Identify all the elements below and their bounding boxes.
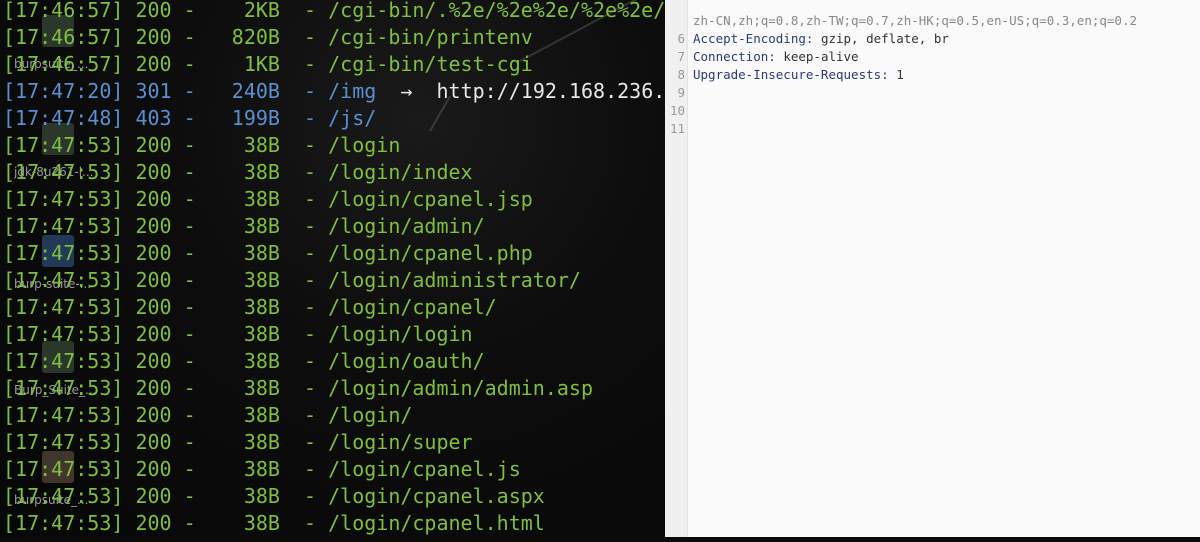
log-entry: [17:47:53] 200 - 38B - /login/cpanel.js <box>3 457 521 481</box>
log-entry: [17:47:53] 200 - 38B - /login/cpanel.htm… <box>3 511 545 535</box>
log-entry: [17:47:53] 200 - 38B - /login/cpanel/ <box>3 295 497 319</box>
log-entry: [17:47:53] 200 - 38B - /login/cpanel.jsp <box>3 187 533 211</box>
line-number: 7 <box>677 49 685 64</box>
log-line: [17:47:53] 200 - 38B - /login/index <box>3 159 473 186</box>
log-entry: [17:47:53] 200 - 38B - /login/login <box>3 322 473 346</box>
log-line: [17:47:53] 200 - 38B - /login/super <box>3 429 473 456</box>
log-entry: [17:46:57] 200 - 1KB - /cgi-bin/test-cgi <box>3 52 533 76</box>
request-editor[interactable]: zh-CN,zh;q=0.8,zh-TW;q=0.7,zh-HK;q=0.5,e… <box>665 0 1200 537</box>
header-line: 9 <box>665 84 693 102</box>
header-value: 1 <box>888 67 904 82</box>
log-line: [17:47:53] 200 - 38B - /login/cpanel/ <box>3 294 497 321</box>
header-value: keep-alive <box>775 49 859 64</box>
log-line: [17:47:53] 200 - 38B - /login/login <box>3 321 473 348</box>
header-line: 10 <box>665 102 693 120</box>
log-entry: [17:47:20] 301 - 240B - /img <box>3 79 377 103</box>
log-line: [17:47:53] 200 - 38B - /login/cpanel.js <box>3 456 521 483</box>
log-entry: [17:47:53] 200 - 38B - /login/oauth/ <box>3 349 485 373</box>
log-entry: [17:47:53] 200 - 38B - /login/admin/admi… <box>3 376 594 400</box>
log-entry: [17:47:53] 200 - 38B - /login/index <box>3 160 473 184</box>
line-number: 6 <box>677 31 685 46</box>
log-line: [17:47:53] 200 - 38B - /login/ <box>3 402 412 429</box>
log-line: [17:47:53] 200 - 38B - /login/cpanel.asp… <box>3 483 545 510</box>
line-number: 8 <box>677 67 685 82</box>
log-line: [17:47:53] 200 - 38B - /login/cpanel.htm… <box>3 510 545 537</box>
log-line: [17:47:53] 200 - 38B - /login/oauth/ <box>3 348 485 375</box>
line-number: 10 <box>669 103 685 118</box>
header-line: 7 Connection: keep-alive <box>665 48 859 66</box>
log-entry: [17:47:53] 200 - 38B - /login <box>3 133 401 157</box>
header-line: zh-CN,zh;q=0.8,zh-TW;q=0.7,zh-HK;q=0.5,e… <box>665 12 1137 30</box>
log-line: [17:47:53] 200 - 38B - /login/admin/admi… <box>3 375 593 402</box>
header-value: zh-CN,zh;q=0.8,zh-TW;q=0.7,zh-HK;q=0.5,e… <box>693 13 1138 28</box>
header-line: 6 Accept-Encoding: gzip, deflate, br <box>665 30 949 48</box>
header-value: gzip, deflate, br <box>813 31 949 46</box>
log-line: [17:47:48] 403 - 199B - /js/ <box>3 105 376 132</box>
log-line: [17:47:53] 200 - 38B - /login/administra… <box>3 267 581 294</box>
header-key: Upgrade-Insecure-Requests: <box>693 67 889 82</box>
log-entry: [17:47:53] 200 - 38B - /login/super <box>3 430 473 454</box>
log-entry: [17:47:53] 200 - 38B - /login/administra… <box>3 268 581 292</box>
log-line: [17:47:53] 200 - 38B - /login <box>3 132 400 159</box>
line-number: 11 <box>669 121 685 136</box>
log-entry: [17:47:53] 200 - 38B - /login/cpanel.asp… <box>3 484 545 508</box>
log-line: [17:46:57] 200 - 820B - /cgi-bin/printen… <box>3 24 533 51</box>
log-entry: [17:47:53] 200 - 38B - /login/ <box>3 403 413 427</box>
log-line: [17:47:53] 200 - 38B - /login/cpanel.php <box>3 240 533 267</box>
header-key: Accept-Encoding: <box>693 31 814 46</box>
log-entry: [17:47:53] 200 - 38B - /login/cpanel.php <box>3 241 533 265</box>
header-line: 8 Upgrade-Insecure-Requests: 1 <box>665 66 904 84</box>
log-line: [17:47:53] 200 - 38B - /login/admin/ <box>3 213 485 240</box>
log-entry: [17:47:53] 200 - 38B - /login/admin/ <box>3 214 485 238</box>
redirect-arrow-icon: → <box>376 79 437 103</box>
header-line: 11 <box>665 120 693 138</box>
line-number: 9 <box>677 85 685 100</box>
log-line: [17:46:57] 200 - 1KB - /cgi-bin/test-cgi <box>3 51 533 78</box>
header-key: Connection: <box>693 49 776 64</box>
log-entry: [17:46:57] 200 - 820B - /cgi-bin/printen… <box>3 25 533 49</box>
log-line: [17:47:53] 200 - 38B - /login/cpanel.jsp <box>3 186 533 213</box>
log-entry: [17:47:48] 403 - 199B - /js/ <box>3 106 377 130</box>
